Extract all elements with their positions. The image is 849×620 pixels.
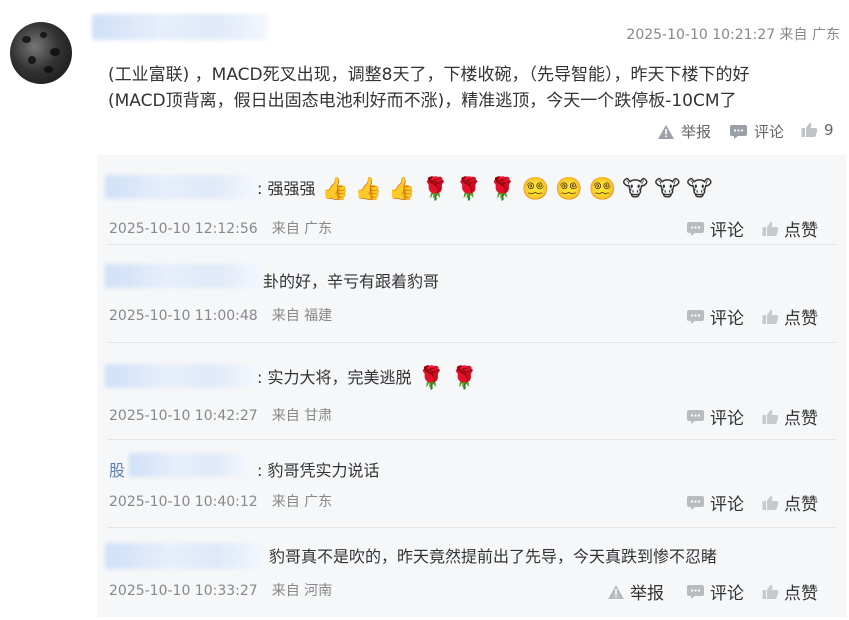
warning-icon — [658, 124, 674, 139]
reply-user-redacted — [105, 364, 257, 388]
reply-time: 2025-10-10 11:00:48 — [109, 308, 258, 324]
reply-location: 来自 河南 — [271, 583, 333, 599]
comment-icon — [687, 409, 704, 424]
report-label: 举报 — [681, 123, 712, 141]
reply-time: 2025-10-10 12:12:56 — [109, 221, 258, 237]
reply-meta: 2025-10-10 10:42:27 来自 甘肃 — [109, 405, 332, 425]
comment-icon — [730, 124, 747, 139]
reply-comment-button[interactable]: 评论 — [686, 404, 744, 429]
cow-face-emoji: 🐮 — [654, 176, 681, 202]
like-count: 9 — [824, 121, 834, 139]
dizzy-face-emoji: 😵‍💫 — [588, 176, 617, 202]
comment-icon — [687, 584, 704, 599]
reply-like-button[interactable]: 点赞 — [762, 579, 818, 604]
thumbs-up-emoji: 👍 — [388, 176, 416, 202]
comment-label: 评论 — [710, 495, 744, 515]
reply-panel: : 强强强 👍 👍 👍 🌹 🌹 🌹 😵‍💫 😵‍💫 😵‍💫 🐮 🐮 🐮 2025-10-10 12:12… — [97, 155, 846, 617]
reply-item: 豹哥真不是吹的，昨天竟然提前出了先导，今天真跌到惨不忍睹 2025-10-10 … — [97, 527, 846, 617]
reply-text: 卦的好，辛亏有跟着豹哥 — [263, 272, 440, 291]
reply-meta: 2025-10-10 10:40:12 来自 广东 — [109, 491, 332, 511]
reply-meta: 2025-10-10 11:00:48 来自 福建 — [109, 305, 332, 325]
like-label: 点赞 — [784, 309, 818, 329]
reply-text-line: : 豹哥凭实力说话 — [257, 457, 379, 481]
reply-text-line: 豹哥真不是吹的，昨天竟然提前出了先导，今天真跌到惨不忍睹 — [269, 543, 717, 567]
reply-text: : 强强强 — [257, 179, 316, 198]
reply-meta: 2025-10-10 10:33:27 来自 河南 — [109, 580, 332, 600]
comment-label: 评论 — [754, 123, 785, 141]
reply-like-button[interactable]: 点赞 — [762, 404, 818, 429]
reply-like-button[interactable]: 点赞 — [762, 304, 818, 329]
thumbs-up-icon — [762, 221, 779, 236]
reply-location: 来自 甘肃 — [271, 408, 333, 424]
like-label: 点赞 — [784, 221, 818, 241]
thumbs-up-emoji: 👍 — [354, 176, 383, 202]
warning-icon — [608, 584, 624, 599]
reply-user-redacted — [105, 264, 263, 288]
reply-like-button[interactable]: 点赞 — [762, 216, 818, 241]
reply-meta: 2025-10-10 12:12:56 来自 广东 — [109, 218, 332, 238]
reply-time: 2025-10-10 10:42:27 — [109, 408, 258, 424]
reply-item: 股 : 豹哥凭实力说话 2025-10-10 10:40:12 来自 广东 评论 … — [97, 439, 846, 527]
reply-item: : 实力大将，完美逃脱 🌹 🌹 2025-10-10 10:42:27 来自 甘肃 评… — [97, 342, 846, 439]
reply-text-line: 卦的好，辛亏有跟着豹哥 — [263, 268, 439, 292]
comment-button[interactable]: 评论 — [729, 121, 784, 142]
reply-report-button[interactable]: 举报 — [607, 579, 664, 604]
reply-comment-button[interactable]: 评论 — [686, 304, 744, 329]
comment-icon — [687, 495, 704, 510]
reply-like-button[interactable]: 点赞 — [762, 490, 818, 515]
dizzy-face-emoji: 😵‍💫 — [555, 176, 583, 202]
comment-label: 评论 — [710, 309, 744, 329]
like-label: 点赞 — [784, 409, 818, 429]
cow-face-emoji: 🐮 — [622, 176, 649, 202]
reply-text-line: : 强强强 👍 👍 👍 🌹 🌹 🌹 😵‍💫 😵‍💫 😵‍💫 🐮 🐮 🐮 — [257, 175, 712, 201]
thumbs-up-emoji: 👍 — [321, 176, 349, 202]
comment-label: 评论 — [710, 584, 744, 604]
rose-emoji: 🌹 — [450, 365, 479, 391]
dizzy-face-emoji: 😵‍💫 — [521, 176, 550, 202]
reply-user-redacted — [105, 175, 257, 199]
reply-location: 来自 广东 — [271, 494, 333, 510]
reply-user-redacted — [105, 543, 265, 569]
rose-emoji: 🌹 — [488, 176, 516, 202]
like-label: 点赞 — [784, 495, 818, 515]
author-name-redacted — [92, 14, 268, 40]
reply-text: : 豹哥凭实力说话 — [257, 461, 380, 480]
author-avatar[interactable] — [10, 22, 72, 84]
post-content: (工业富联) ，MACD死叉出现，调整8天了，下楼收碗，（先导智能），昨天下楼下… — [108, 62, 788, 114]
reply-user-redacted — [129, 453, 249, 477]
like-button[interactable]: 9 — [801, 121, 834, 139]
like-label: 点赞 — [784, 584, 818, 604]
comment-label: 评论 — [710, 221, 744, 241]
post-timestamp: 2025-10-10 10:21:27 来自 广东 — [626, 27, 840, 43]
reply-item: 卦的好，辛亏有跟着豹哥 2025-10-10 11:00:48 来自 福建 评论 … — [97, 244, 846, 342]
reply-user-prefix[interactable]: 股 — [109, 457, 125, 481]
reply-comment-button[interactable]: 评论 — [686, 216, 744, 241]
reply-text-line: : 实力大将，完美逃脱 🌹 🌹 — [257, 364, 478, 390]
reply-time: 2025-10-10 10:33:27 — [109, 583, 258, 599]
comment-icon — [687, 309, 704, 324]
reply-location: 来自 福建 — [271, 308, 333, 324]
reply-location: 来自 广东 — [271, 221, 333, 237]
reply-comment-button[interactable]: 评论 — [686, 579, 744, 604]
report-button[interactable]: 举报 — [657, 121, 711, 142]
thumbs-up-icon — [762, 584, 779, 599]
comment-icon — [687, 221, 704, 236]
reply-comment-button[interactable]: 评论 — [686, 490, 744, 515]
report-label: 举报 — [630, 584, 664, 604]
rose-emoji: 🌹 — [417, 365, 445, 391]
post-line-1: (工业富联) ，MACD死叉出现，调整8天了，下楼收碗，（先导智能），昨天下楼下… — [108, 65, 750, 85]
reply-text: 豹哥真不是吹的，昨天竟然提前出了先导，今天真跌到惨不忍睹 — [269, 547, 718, 566]
thumbs-up-icon — [762, 495, 779, 510]
rose-emoji: 🌹 — [421, 176, 450, 202]
cow-face-emoji: 🐮 — [686, 176, 713, 202]
rose-emoji: 🌹 — [455, 176, 483, 202]
thumbs-up-icon — [762, 409, 779, 424]
reply-time: 2025-10-10 10:40:12 — [109, 494, 258, 510]
comment-label: 评论 — [710, 409, 744, 429]
reply-item: : 强强强 👍 👍 👍 🌹 🌹 🌹 😵‍💫 😵‍💫 😵‍💫 🐮 🐮 🐮 2025-10-10 12:12… — [97, 155, 846, 244]
post-line-2: (MACD顶背离，假日出固态电池利好而不涨)，精准逃顶，今天一个跌停板-10CM… — [108, 91, 737, 111]
reply-text: : 实力大将，完美逃脱 — [257, 368, 412, 387]
thumbs-up-icon — [801, 122, 818, 137]
thumbs-up-icon — [762, 309, 779, 324]
